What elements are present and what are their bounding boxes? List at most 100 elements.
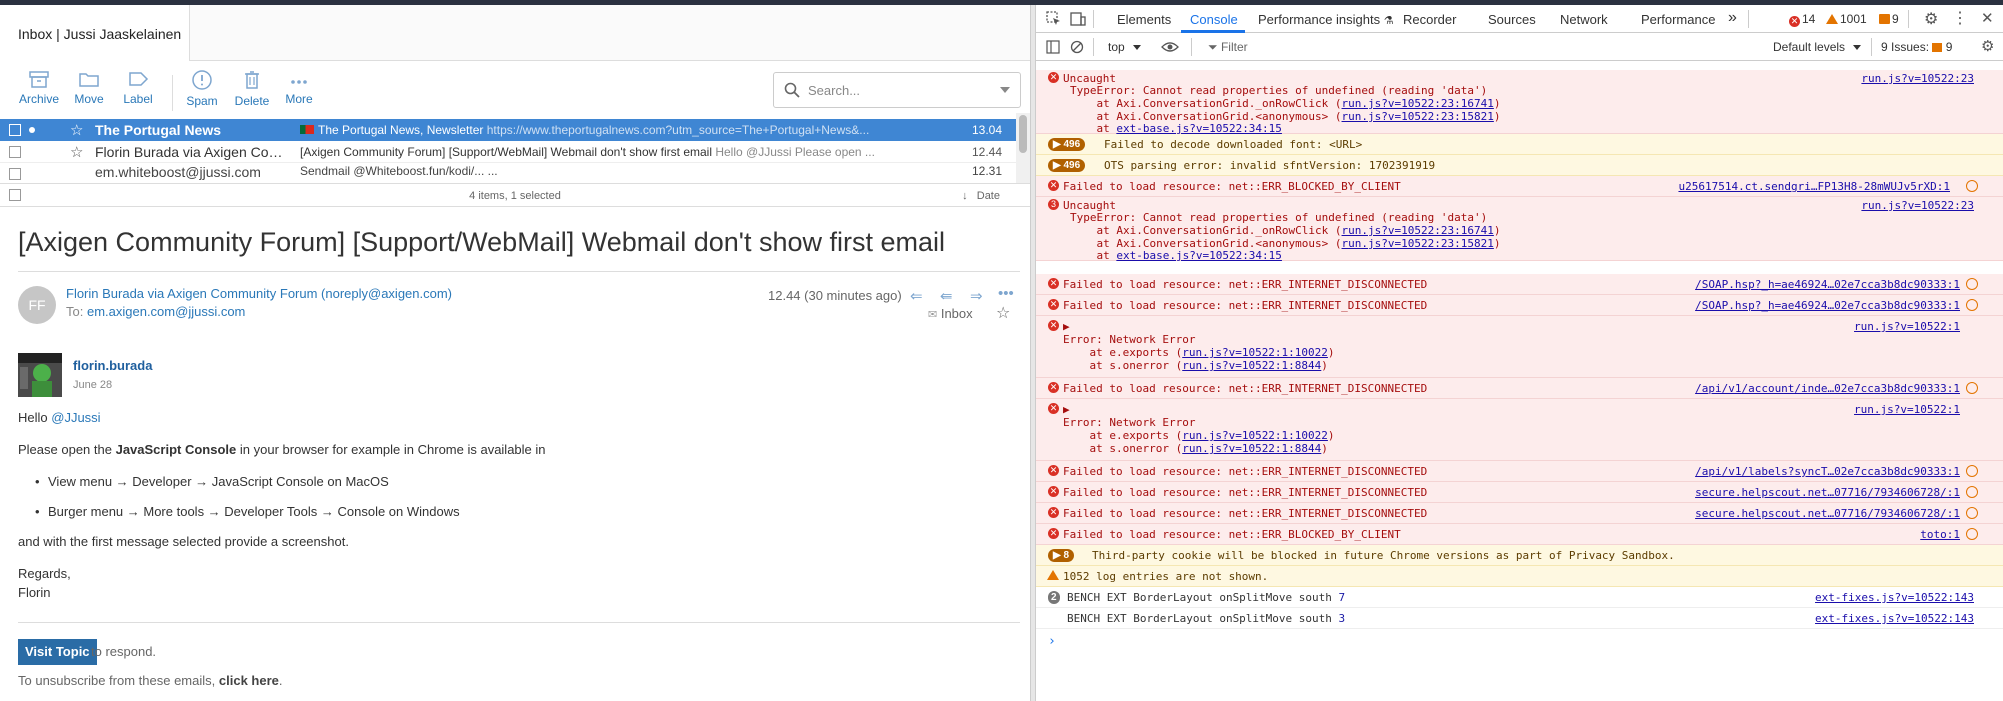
log-levels-dropdown[interactable]: Default levels — [1773, 40, 1862, 54]
source-link[interactable]: /api/v1/labels?syncT…02e7cca3b8dc90333:1 — [1695, 465, 1960, 478]
stack-link[interactable]: run.js?v=10522:23:15821 — [1342, 237, 1494, 250]
console-message-error[interactable]: ✕ Failed to load resource: net::ERR_INTE… — [1036, 482, 2003, 503]
more-tabs-chevron-icon[interactable]: » — [1728, 9, 1737, 27]
stack-link[interactable]: run.js?v=10522:1:8844 — [1182, 442, 1321, 455]
console-message-log[interactable]: BENCH EXT BorderLayout onSplitMove south… — [1036, 608, 2003, 629]
star-icon[interactable]: ☆ — [70, 143, 83, 161]
inspect-element-icon[interactable] — [1046, 11, 1062, 27]
scrollbar-thumb[interactable] — [1019, 115, 1027, 153]
tab-performance-insights[interactable]: Performance insights ⚗ — [1258, 12, 1394, 27]
issues-count[interactable]: 9 — [1879, 12, 1899, 26]
mention-link[interactable]: @JJussi — [51, 410, 100, 425]
source-link[interactable]: /SOAP.hsp?_h=ae46924…02e7cca3b8dc90333:1 — [1695, 299, 1960, 312]
issues-button[interactable]: 9 Issues: 9 — [1881, 40, 1952, 54]
clear-console-icon[interactable] — [1070, 40, 1084, 54]
folder-tag[interactable]: ✉ Inbox — [928, 306, 973, 321]
network-request-icon[interactable] — [1966, 465, 1978, 477]
customize-menu-icon[interactable]: ⋮ — [1952, 8, 1968, 28]
expand-arrow-icon[interactable]: ▶ — [1063, 320, 1070, 333]
source-link[interactable]: u25617514.ct.sendgri…FP13H8-28mWUJv5rXD:… — [1678, 180, 1950, 193]
console-message-error[interactable]: ✕ Failed to load resource: net::ERR_BLOC… — [1036, 524, 2003, 545]
console-prompt-chevron-icon[interactable]: › — [1048, 634, 1056, 649]
stack-link[interactable]: run.js?v=10522:1:8844 — [1182, 359, 1321, 372]
source-link[interactable]: run.js?v=10522:1 — [1854, 403, 1960, 416]
device-toolbar-icon[interactable] — [1070, 11, 1086, 27]
console-message-error[interactable]: ✕ Failed to load resource: net::ERR_BLOC… — [1036, 176, 2003, 197]
source-link[interactable]: secure.helpscout.net…07716/7934606728/:1 — [1695, 507, 1960, 520]
network-request-icon[interactable] — [1966, 299, 1978, 311]
source-link[interactable]: secure.helpscout.net…07716/7934606728/:1 — [1695, 486, 1960, 499]
live-expression-eye-icon[interactable] — [1161, 40, 1179, 54]
unsubscribe-link[interactable]: click here — [219, 673, 279, 688]
network-request-icon[interactable] — [1966, 382, 1978, 394]
message-sender[interactable]: Florin Burada via Axigen Community Forum… — [66, 286, 452, 301]
stack-link[interactable]: run.js?v=10522:23:16741 — [1342, 224, 1494, 237]
message-more-icon[interactable]: ••• — [998, 285, 1014, 302]
console-settings-gear-icon[interactable]: ⚙ — [1981, 37, 1994, 55]
tab-console[interactable]: Console — [1190, 12, 1238, 27]
tab-sources[interactable]: Sources — [1488, 12, 1536, 27]
recipient-address[interactable]: em.axigen.com@jjussi.com — [87, 304, 245, 319]
post-username[interactable]: florin.burada — [73, 357, 152, 375]
console-message-error[interactable]: ✕ Failed to load resource: net::ERR_INTE… — [1036, 274, 2003, 295]
source-link[interactable]: ext-fixes.js?v=10522:143 — [1815, 591, 1974, 604]
archive-button[interactable]: Archive — [13, 69, 65, 106]
console-message-warning[interactable]: ▶ 8 Third-party cookie will be blocked i… — [1036, 545, 2003, 566]
console-message-error[interactable]: ✕ ▶ Error: Network Error at e.exports (r… — [1036, 316, 2003, 378]
sort-control[interactable]: ↓ Date — [962, 190, 1000, 202]
source-link[interactable]: /api/v1/account/inde…02e7cca3b8dc90333:1 — [1695, 382, 1960, 395]
reply-icon[interactable]: ⇐ — [910, 287, 923, 305]
source-link[interactable]: run.js?v=10522:1 — [1854, 320, 1960, 333]
console-message-error[interactable]: ✕ Failed to load resource: net::ERR_INTE… — [1036, 461, 2003, 482]
source-link[interactable]: ext-fixes.js?v=10522:143 — [1815, 612, 1974, 625]
forward-icon[interactable]: ⇒ — [970, 287, 983, 305]
row-checkbox[interactable] — [9, 146, 21, 158]
more-button[interactable]: More — [273, 69, 325, 106]
network-request-icon[interactable] — [1966, 180, 1978, 192]
error-count[interactable]: ✕ 14 — [1789, 12, 1815, 27]
tab-network[interactable]: Network — [1560, 12, 1608, 27]
source-link[interactable]: run.js?v=10522:23 — [1861, 199, 1974, 212]
star-icon[interactable]: ☆ — [70, 121, 83, 139]
search-input[interactable] — [808, 81, 988, 99]
stack-link[interactable]: ext-base.js?v=10522:34:15 — [1116, 249, 1282, 262]
stack-link[interactable]: run.js?v=10522:23:15821 — [1342, 110, 1494, 123]
message-row-partial[interactable]: em.whiteboost@jjussi.com Sendmail @White… — [0, 163, 1016, 185]
network-request-icon[interactable] — [1966, 486, 1978, 498]
network-request-icon[interactable] — [1966, 278, 1978, 290]
settings-gear-icon[interactable]: ⚙ — [1924, 9, 1938, 29]
delete-button[interactable]: Delete — [226, 69, 278, 108]
message-row-portugal-news[interactable]: ☆ The Portugal News The Portugal News, N… — [0, 119, 1016, 141]
message-star-icon[interactable]: ☆ — [996, 303, 1010, 323]
tab-elements[interactable]: Elements — [1117, 12, 1171, 27]
console-message-error[interactable]: 3 Uncaught TypeError: Cannot read proper… — [1036, 197, 2003, 262]
search-options-chevron-icon[interactable] — [1000, 87, 1010, 93]
expand-arrow-icon[interactable]: ▶ — [1063, 403, 1070, 416]
stack-link[interactable]: run.js?v=10522:23:16741 — [1342, 97, 1494, 110]
tab-recorder[interactable]: Recorder — [1403, 12, 1456, 27]
network-request-icon[interactable] — [1966, 528, 1978, 540]
console-message-error[interactable]: ✕ Uncaught TypeError: Cannot read proper… — [1036, 70, 2003, 135]
tab-inbox[interactable]: Inbox | Jussi Jaaskelainen — [0, 5, 190, 61]
sidebar-toggle-icon[interactable] — [1046, 40, 1060, 54]
label-button[interactable]: Label — [112, 69, 164, 106]
stack-link[interactable]: run.js?v=10522:1:10022 — [1182, 346, 1328, 359]
source-link[interactable]: run.js?v=10522:23 — [1861, 72, 1974, 85]
tab-performance[interactable]: Performance — [1641, 12, 1715, 27]
network-request-icon[interactable] — [1966, 507, 1978, 519]
source-link[interactable]: /SOAP.hsp?_h=ae46924…02e7cca3b8dc90333:1 — [1695, 278, 1960, 291]
context-selector[interactable]: top — [1108, 40, 1141, 54]
console-message-error[interactable]: ✕ ▶ Error: Network Error at e.exports (r… — [1036, 399, 2003, 461]
message-row-axigen-forum[interactable]: ☆ Florin Burada via Axigen Community For… — [0, 141, 1016, 163]
console-message-error[interactable]: ✕ Failed to load resource: net::ERR_INTE… — [1036, 378, 2003, 399]
console-message-log[interactable]: 2 BENCH EXT BorderLayout onSplitMove sou… — [1036, 587, 2003, 608]
console-message-error[interactable]: ✕ Failed to load resource: net::ERR_INTE… — [1036, 503, 2003, 524]
warning-count[interactable]: 1001 — [1826, 12, 1867, 26]
move-button[interactable]: Move — [63, 69, 115, 106]
unread-dot-icon[interactable] — [29, 127, 35, 133]
console-message-error[interactable]: ✕ Failed to load resource: net::ERR_INTE… — [1036, 295, 2003, 316]
console-message-warning[interactable]: ▶ 496 Failed to decode downloaded font: … — [1036, 134, 2003, 155]
reply-all-icon[interactable]: ⇚ — [940, 287, 953, 305]
row-checkbox[interactable] — [9, 124, 21, 136]
console-message-warning[interactable]: ▶ 496 OTS parsing error: invalid sfntVer… — [1036, 155, 2003, 176]
